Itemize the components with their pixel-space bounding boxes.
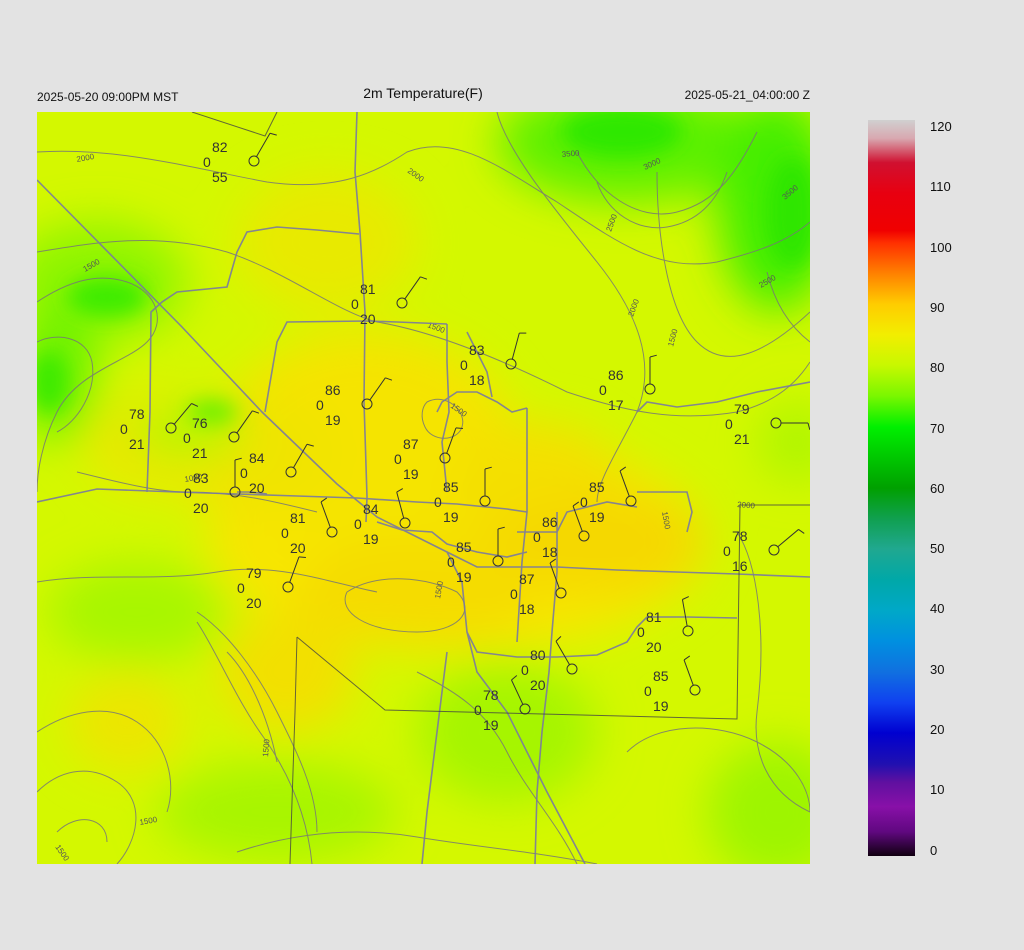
station-temperature: 80: [530, 647, 546, 663]
station-pressure: 0: [394, 451, 402, 467]
station-dewpoint: 16: [732, 558, 748, 574]
station-dewpoint: 21: [734, 431, 750, 447]
station-temperature: 85: [653, 668, 669, 684]
colorbar-tick-label: 100: [930, 239, 952, 255]
colorbar-tick-label: 80: [930, 360, 945, 376]
colorbar-tick-label: 120: [930, 119, 952, 134]
station-temperature: 82: [212, 139, 228, 155]
station-dewpoint: 21: [129, 436, 145, 452]
station-pressure: 0: [580, 494, 588, 510]
station-temperature: 76: [192, 415, 208, 431]
station-temperature: 81: [360, 281, 376, 297]
contour-label: 3500: [561, 148, 580, 159]
station-pressure: 0: [434, 494, 442, 510]
station-dewpoint: 20: [290, 540, 306, 556]
station-dewpoint: 18: [469, 372, 485, 388]
station-temperature: 87: [519, 571, 535, 587]
wind-barb-flag: [455, 427, 463, 430]
station-pressure: 0: [120, 421, 128, 437]
station-dewpoint: 20: [360, 311, 376, 327]
wind-barb-flag: [298, 556, 306, 559]
station-pressure: 0: [474, 702, 482, 718]
colorbar-tick-label: 0: [930, 842, 938, 858]
station-pressure: 0: [281, 525, 289, 541]
station-temperature: 78: [129, 406, 145, 422]
station-temperature: 87: [403, 436, 419, 452]
station-dewpoint: 18: [519, 601, 535, 617]
station-dewpoint: 21: [192, 445, 208, 461]
station-pressure: 0: [644, 683, 652, 699]
colorbar: [868, 120, 915, 856]
station-pressure: 0: [599, 382, 607, 398]
colorbar-tick-label: 40: [930, 601, 945, 617]
station-dewpoint: 19: [653, 698, 669, 714]
station-temperature: 79: [246, 565, 262, 581]
station-pressure: 0: [460, 357, 468, 373]
station-dewpoint: 20: [646, 639, 662, 655]
station-pressure: 0: [521, 662, 529, 678]
station-dewpoint: 19: [403, 466, 419, 482]
station-temperature: 86: [325, 382, 341, 398]
station-dewpoint: 18: [542, 544, 558, 560]
station-temperature: 85: [456, 539, 472, 555]
station-temperature: 86: [542, 514, 558, 530]
station-dewpoint: 19: [363, 531, 379, 547]
station-pressure: 0: [183, 430, 191, 446]
station-temperature: 83: [469, 342, 485, 358]
station-dewpoint: 19: [325, 412, 341, 428]
station-temperature: 78: [732, 528, 748, 544]
valid-time-label: 2025-05-21_04:00:00 Z: [684, 88, 810, 102]
station-temperature: 85: [589, 479, 605, 495]
station-pressure: 0: [637, 624, 645, 640]
station-dewpoint: 20: [249, 480, 265, 496]
station-temperature: 84: [363, 501, 379, 517]
station-pressure: 0: [351, 296, 359, 312]
station-temperature: 79: [734, 401, 750, 417]
colorbar-tick-label: 10: [930, 782, 945, 798]
station-dewpoint: 55: [212, 169, 228, 185]
station-pressure: 0: [723, 543, 731, 559]
station-pressure: 0: [184, 485, 192, 501]
colorbar-tick-label: 70: [930, 420, 945, 436]
colorbar-tick-label: 20: [930, 722, 945, 737]
station-dewpoint: 19: [443, 509, 459, 525]
temperature-map: 2000200035003000350025002500200015001500…: [37, 112, 810, 864]
station-pressure: 0: [533, 529, 541, 545]
station-pressure: 0: [354, 516, 362, 532]
station-temperature: 81: [646, 609, 662, 625]
station-pressure: 0: [203, 154, 211, 170]
colorbar-tick-label: 50: [930, 541, 945, 557]
station-temperature: 85: [443, 479, 459, 495]
station-pressure: 0: [447, 554, 455, 570]
station-temperature: 81: [290, 510, 306, 526]
station-pressure: 0: [240, 465, 248, 481]
station-dewpoint: 19: [589, 509, 605, 525]
station-dewpoint: 20: [193, 500, 209, 516]
station-pressure: 0: [510, 586, 518, 602]
station-dewpoint: 20: [246, 595, 262, 611]
colorbar-tick-label: 90: [930, 299, 945, 315]
station-dewpoint: 19: [483, 717, 499, 733]
contour-label: 1500: [261, 738, 272, 757]
colorbar-tick-label: 110: [930, 179, 951, 195]
station-dewpoint: 19: [456, 569, 472, 585]
station-pressure: 0: [725, 416, 733, 432]
station-temperature: 86: [608, 367, 624, 383]
station-temperature: 83: [193, 470, 209, 486]
colorbar-tick-label: 60: [930, 480, 945, 496]
station-dewpoint: 20: [530, 677, 546, 693]
station-temperature: 78: [483, 687, 499, 703]
colorbar-tick-label: 30: [930, 661, 945, 677]
station-pressure: 0: [316, 397, 324, 413]
station-temperature: 84: [249, 450, 265, 466]
station-dewpoint: 17: [608, 397, 624, 413]
station-pressure: 0: [237, 580, 245, 596]
